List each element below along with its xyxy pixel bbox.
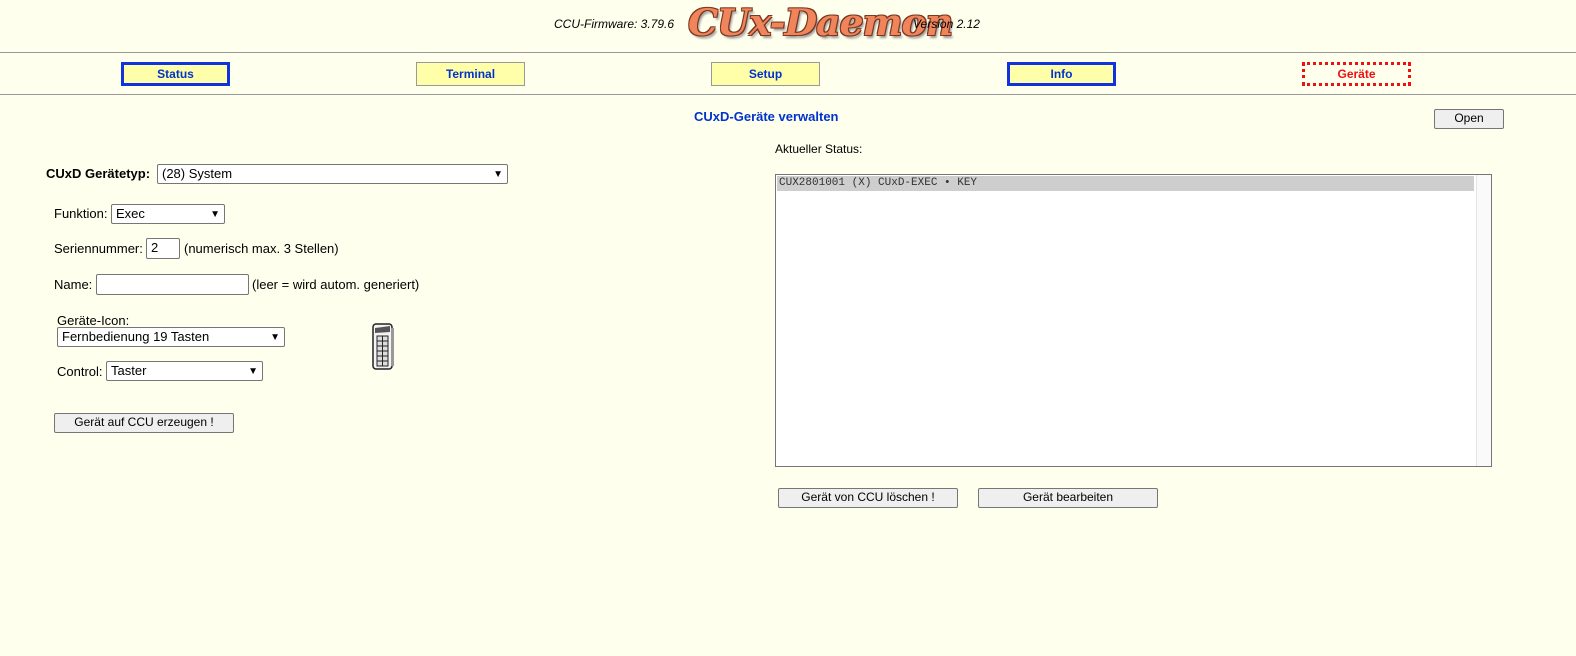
name-hint: (leer = wird autom. generiert) [252, 277, 420, 292]
status-list-item[interactable]: CUX2801001 (X) CUxD-EXEC • KEY [777, 176, 1474, 191]
device-icon-value: Fernbedienung 19 Tasten [62, 329, 210, 344]
function-value: Exec [116, 206, 145, 221]
name-label: Name: [54, 277, 93, 292]
status-list[interactable]: CUX2801001 (X) CUxD-EXEC • KEY [775, 174, 1492, 467]
create-device-button[interactable]: Gerät auf CCU erzeugen ! [54, 413, 234, 433]
open-button[interactable]: Open [1434, 109, 1504, 129]
daemon-version: Version 2.12 [913, 17, 980, 31]
device-icon-label: Geräte-Icon: [57, 313, 130, 328]
device-type-label: CUxD Gerätetyp: [46, 166, 151, 181]
device-type-select[interactable]: (28) System ▼ [157, 164, 508, 184]
control-select[interactable]: Taster ▼ [106, 361, 263, 381]
chevron-down-icon: ▼ [493, 169, 503, 180]
delete-device-button[interactable]: Gerät von CCU löschen ! [778, 488, 958, 508]
device-type-value: (28) System [162, 166, 233, 181]
serial-label: Seriennummer: [54, 241, 143, 256]
name-input[interactable] [96, 274, 249, 295]
header: CCU-Firmware: 3.79.6 CUx-Daemon Version … [0, 0, 1576, 52]
nav-info-button[interactable]: Info [1007, 62, 1116, 86]
edit-device-button[interactable]: Gerät bearbeiten [978, 488, 1158, 508]
chevron-down-icon: ▼ [210, 209, 220, 220]
current-status-label: Aktueller Status: [775, 142, 863, 156]
function-label: Funktion: [54, 206, 108, 221]
nav-status-button[interactable]: Status [121, 62, 230, 86]
control-value: Taster [111, 363, 147, 378]
serial-input[interactable]: 2 [146, 238, 180, 259]
firmware-version: CCU-Firmware: 3.79.6 [554, 17, 675, 31]
remote-control-19-keys-icon [372, 323, 394, 370]
nav-geraete-button[interactable]: Geräte [1302, 62, 1411, 86]
nav-terminal-button[interactable]: Terminal [416, 62, 525, 86]
header-divider [0, 52, 1576, 53]
chevron-down-icon: ▼ [270, 332, 280, 343]
nav-divider [0, 94, 1576, 95]
chevron-down-icon: ▼ [248, 366, 258, 377]
function-select[interactable]: Exec ▼ [111, 204, 225, 224]
serial-hint: (numerisch max. 3 Stellen) [184, 241, 339, 256]
control-label: Control: [57, 364, 103, 379]
nav-setup-button[interactable]: Setup [711, 62, 820, 86]
device-icon-select[interactable]: Fernbedienung 19 Tasten ▼ [57, 327, 285, 347]
status-scrollbar[interactable] [1476, 175, 1491, 466]
page-title: CUxD-Geräte verwalten [694, 109, 839, 124]
